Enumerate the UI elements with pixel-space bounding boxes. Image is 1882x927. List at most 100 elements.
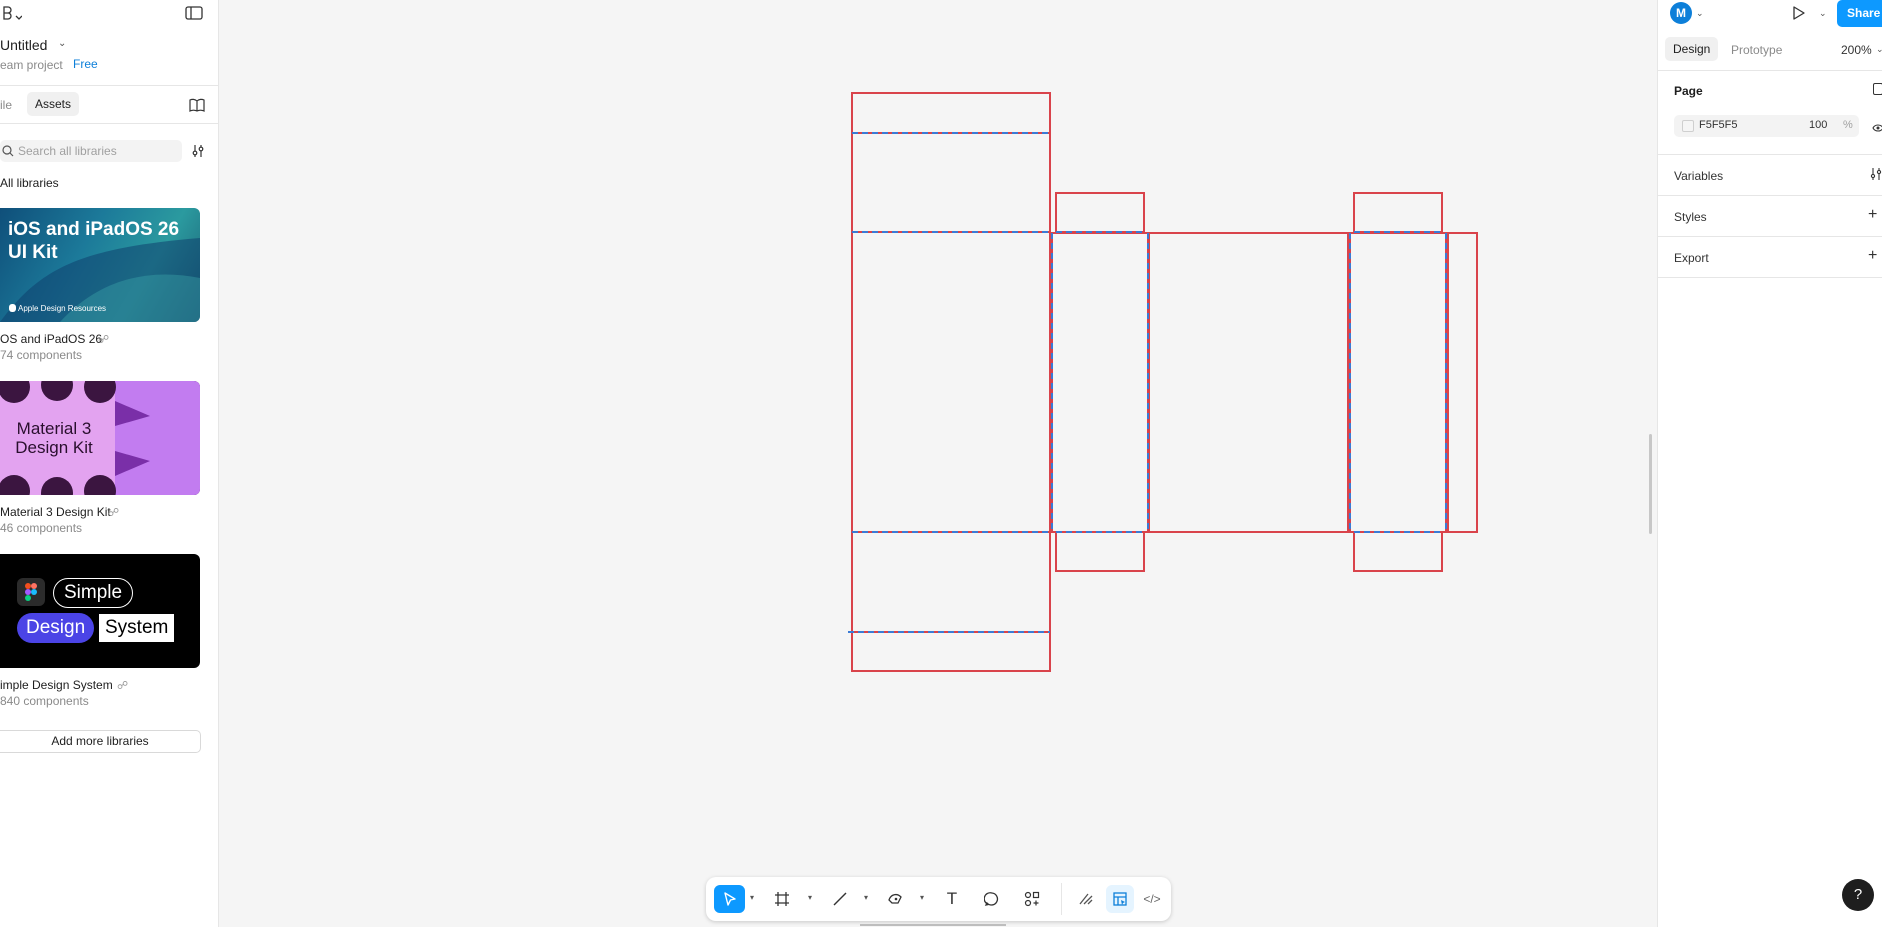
divider xyxy=(1658,195,1882,196)
divider xyxy=(1658,277,1882,278)
thumbnail-word: Simple xyxy=(53,578,134,608)
library-name[interactable]: OS and iPadOS 26 xyxy=(0,332,102,346)
actions-tool-icon[interactable] xyxy=(1018,885,1046,913)
divider xyxy=(1658,154,1882,155)
styles-section-label[interactable]: Styles xyxy=(1674,210,1707,224)
draw-mode-icon[interactable] xyxy=(1072,885,1100,913)
canvas-scrollbar[interactable] xyxy=(1649,434,1652,534)
comment-tool-icon[interactable] xyxy=(978,885,1006,913)
library-cube-icon: ☍ xyxy=(117,680,129,692)
thumbnail-word: Design xyxy=(17,613,95,643)
dieline-glue-flap[interactable] xyxy=(1447,232,1478,533)
share-button[interactable]: Share xyxy=(1837,0,1882,27)
divider xyxy=(1658,70,1882,71)
dev-mode-code-icon[interactable]: </> xyxy=(1138,885,1166,913)
design-mode-icon[interactable] xyxy=(1106,885,1134,913)
dieline-bottom-flap[interactable] xyxy=(851,531,1051,633)
color-swatch[interactable] xyxy=(1682,120,1694,132)
box-dieline[interactable] xyxy=(219,0,1657,927)
zoom-level[interactable]: 200% xyxy=(1841,43,1872,57)
team-project-label[interactable]: eam project xyxy=(0,58,63,72)
thumbnail-caption: Apple Design Resources xyxy=(18,304,107,313)
file-title[interactable]: Untitled xyxy=(0,37,47,53)
right-sidebar: M ⌄ ⌄ Share Design Prototype 200% ⌄ Page… xyxy=(1657,0,1882,927)
tab-prototype[interactable]: Prototype xyxy=(1731,43,1782,57)
library-search xyxy=(0,140,182,162)
bottom-toolbar: ▾ ▾ ▾ ▾ T </> xyxy=(706,877,1171,921)
library-thumbnail-ios[interactable]: iOS and iPadOS 26 UI Kit Apple Design Re… xyxy=(0,208,200,322)
dieline-side-panel[interactable] xyxy=(1349,232,1447,533)
sidebar-toggle-icon[interactable] xyxy=(184,5,204,21)
local-variables-icon[interactable] xyxy=(1873,83,1882,95)
move-tool-icon[interactable] xyxy=(714,885,745,913)
sliders-icon[interactable] xyxy=(1870,167,1882,186)
eye-icon[interactable] xyxy=(1872,120,1882,138)
line-tool-icon[interactable] xyxy=(826,885,854,913)
figma-window: Untitled ⌄ eam project Free ile Assets A… xyxy=(0,0,1882,927)
tab-assets[interactable]: Assets xyxy=(27,92,80,116)
thumbnail-title: iOS and iPadOS 26 UI Kit xyxy=(8,219,180,263)
main-menu-icon[interactable] xyxy=(0,4,24,22)
divider xyxy=(0,123,218,124)
dieline-dust-flap-bottom[interactable] xyxy=(1055,531,1145,572)
library-thumbnail-material[interactable]: Material 3 Design Kit xyxy=(0,381,200,495)
library-name[interactable]: imple Design System xyxy=(0,678,113,692)
export-section-label[interactable]: Export xyxy=(1674,251,1709,265)
fill-hex-value[interactable]: F5F5F5 xyxy=(1699,119,1738,131)
library-name[interactable]: Material 3 Design Kit xyxy=(0,505,111,519)
dieline-bottom-tuck[interactable] xyxy=(851,631,1051,672)
dieline-front-panel[interactable] xyxy=(851,231,1051,533)
tab-design[interactable]: Design xyxy=(1665,37,1719,61)
figma-logo-icon xyxy=(17,578,45,606)
page-fill-row[interactable]: F5F5F5 100 % xyxy=(1674,115,1859,137)
apple-logo-icon xyxy=(9,304,16,312)
tab-file[interactable]: ile xyxy=(0,98,12,112)
left-sidebar: Untitled ⌄ eam project Free ile Assets A… xyxy=(0,0,219,927)
library-book-icon[interactable] xyxy=(188,97,206,113)
text-tool-icon[interactable]: T xyxy=(938,885,966,913)
chevron-down-icon[interactable]: ⌄ xyxy=(1876,44,1882,55)
home-indicator xyxy=(860,924,1006,926)
chevron-down-icon[interactable]: ⌄ xyxy=(1819,8,1827,19)
canvas[interactable] xyxy=(219,0,1657,927)
library-cube-icon: ☍ xyxy=(108,507,120,519)
plan-badge: Free xyxy=(73,57,98,71)
library-cube-icon: ☍ xyxy=(98,334,110,346)
dieline-dust-flap-top[interactable] xyxy=(1055,192,1145,233)
chevron-down-icon[interactable]: ▾ xyxy=(864,893,868,902)
dieline-top-flap[interactable] xyxy=(851,132,1051,233)
add-more-libraries-button[interactable]: Add more libraries xyxy=(0,730,201,753)
chevron-down-icon[interactable]: ▾ xyxy=(808,893,812,902)
library-thumbnail-simple[interactable]: Simple Design System xyxy=(0,554,200,668)
library-count: 840 components xyxy=(0,694,89,708)
chevron-down-icon[interactable]: ▾ xyxy=(920,893,924,902)
filter-sliders-icon[interactable] xyxy=(190,143,206,159)
frame-tool-icon[interactable] xyxy=(768,885,796,913)
dieline-dust-flap-bottom[interactable] xyxy=(1353,531,1443,572)
thumbnail-title: Material 3 Design Kit xyxy=(15,419,93,457)
dieline-side-panel[interactable] xyxy=(1051,232,1149,533)
chevron-down-icon[interactable]: ⌄ xyxy=(58,38,66,49)
chevron-down-icon[interactable]: ▾ xyxy=(750,893,754,902)
search-icon xyxy=(2,145,14,157)
add-export-plus-icon[interactable]: + xyxy=(1868,247,1877,265)
add-style-plus-icon[interactable]: + xyxy=(1868,206,1877,224)
dieline-top-tuck[interactable] xyxy=(851,92,1051,134)
page-section-label: Page xyxy=(1674,84,1703,98)
chevron-down-icon[interactable]: ⌄ xyxy=(1696,8,1704,19)
divider xyxy=(0,85,218,86)
library-count: 74 components xyxy=(0,348,83,362)
dieline-back-panel[interactable] xyxy=(1148,232,1349,533)
library-count: 46 components xyxy=(0,521,83,535)
dieline-dust-flap-top[interactable] xyxy=(1353,192,1443,233)
thumbnail-word: System xyxy=(99,614,175,642)
avatar[interactable]: M xyxy=(1670,2,1692,24)
present-play-icon[interactable] xyxy=(1791,5,1807,21)
help-button[interactable]: ? xyxy=(1842,879,1874,911)
fill-opacity-value[interactable]: 100 xyxy=(1809,119,1827,131)
pen-tool-icon[interactable] xyxy=(882,885,910,913)
search-input[interactable] xyxy=(18,140,178,162)
variables-section-label[interactable]: Variables xyxy=(1674,169,1723,183)
all-libraries-label: All libraries xyxy=(0,176,59,190)
divider xyxy=(1658,236,1882,237)
